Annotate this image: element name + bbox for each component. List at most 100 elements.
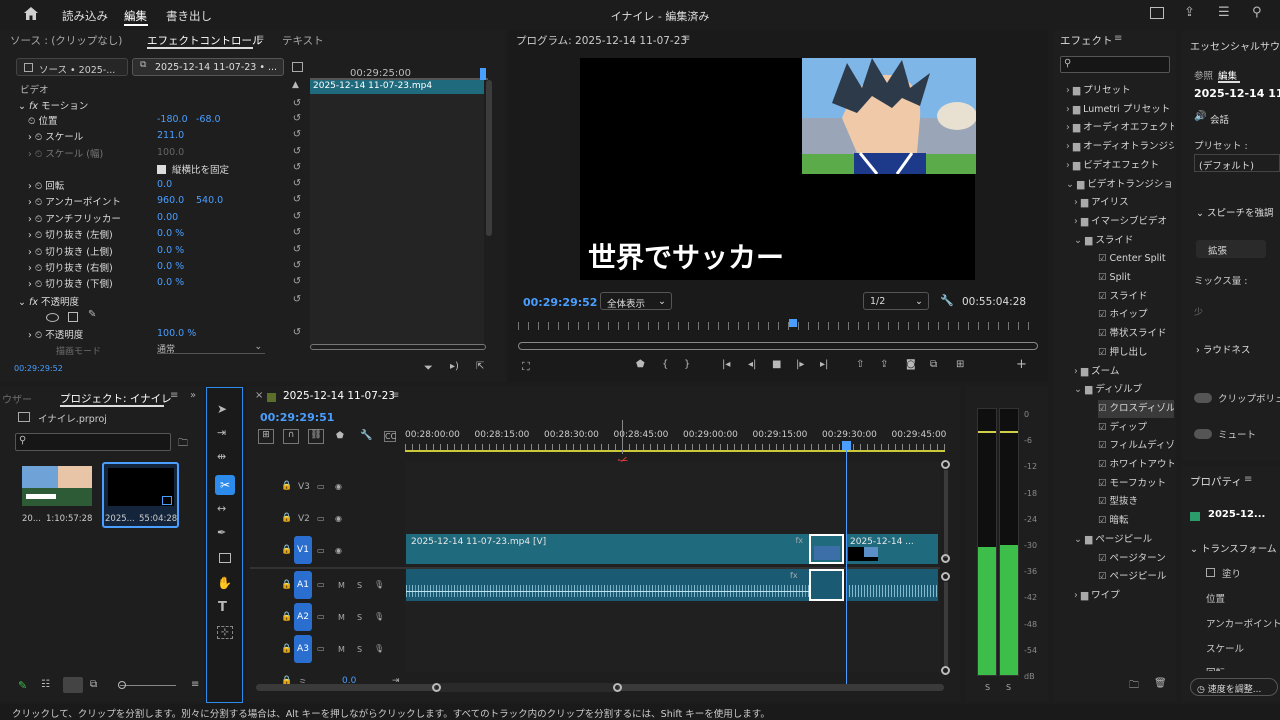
property-value[interactable]: 0.0 % (157, 228, 184, 239)
clip-v1-right[interactable]: 2025-12-14 ... (846, 534, 938, 564)
effect-ruler-playhead[interactable] (480, 68, 486, 80)
stopwatch-icon[interactable]: ⏲ (35, 181, 45, 192)
property-row[interactable]: ⏲ 位置 (28, 113, 57, 127)
effects-tree-item[interactable]: › ▆ イマーシブビデオ (1074, 213, 1174, 231)
razor-tool-button[interactable]: ✂ (215, 475, 235, 495)
snap-icon[interactable]: ∩ (283, 429, 299, 444)
effects-search-input[interactable] (1060, 56, 1170, 73)
chevron-right-icon[interactable]: › (28, 214, 35, 225)
effects-tree-item[interactable]: ⌄ ▆ ディゾルブ (1074, 381, 1174, 399)
compare-view-icon[interactable]: ⧉ (930, 359, 937, 370)
menu-export[interactable]: 書き出し (166, 8, 212, 24)
lock-v1-icon[interactable]: 🔒 (281, 545, 292, 555)
stopwatch-icon[interactable]: ⏲ (28, 116, 38, 127)
effects-tree-item[interactable]: ☑ ホワイトアウト (1098, 456, 1174, 474)
go-to-out-icon[interactable]: ▸| (820, 359, 828, 370)
chevron-right-icon[interactable]: › (28, 263, 35, 274)
timeline-settings-icon[interactable]: 🔧 (360, 430, 372, 441)
reset-property-icon[interactable]: ↺ (290, 244, 304, 255)
reset-property-icon[interactable]: ↺ (290, 227, 304, 238)
property-row[interactable]: › ⏲ アンカーポイント (28, 194, 121, 208)
timeline-hscroll-thumb[interactable] (436, 683, 618, 692)
list-view-icon[interactable]: ☷ (41, 679, 50, 690)
home-icon[interactable] (22, 6, 40, 22)
v-scroll-knob-a[interactable] (941, 572, 950, 581)
project-menu-icon[interactable]: ≡ (170, 390, 178, 401)
new-bin-effects-icon[interactable]: 🗀 (1129, 678, 1139, 695)
reset-opacity-icon[interactable]: ↺ (290, 294, 304, 305)
solo-right-button[interactable]: S (1006, 683, 1011, 692)
lock-v3-icon[interactable]: 🔒 (281, 481, 292, 491)
clip-volume-toggle[interactable] (1194, 393, 1212, 403)
reset-property-icon[interactable]: ↺ (290, 194, 304, 205)
step-back-icon[interactable]: ◂| (748, 359, 756, 370)
effects-tree-item[interactable]: ☑ Split (1098, 269, 1174, 287)
captions-icon[interactable]: CC (384, 431, 396, 442)
clip-v1-selected[interactable] (809, 534, 844, 564)
mic-a3-icon[interactable]: 🎙 (374, 644, 384, 653)
effects-tree-item[interactable]: › ▆ Lumetri プリセット (1066, 101, 1174, 119)
timeline-playhead-head[interactable] (842, 441, 851, 450)
mute-toggle[interactable] (1194, 429, 1212, 439)
lock-a1-icon[interactable]: 🔒 (281, 580, 292, 590)
icon-view-button[interactable] (63, 677, 83, 693)
effects-tree-item[interactable]: ☑ クロスディゾルブ (1098, 399, 1174, 418)
reset-property-icon[interactable]: ↺ (290, 113, 304, 124)
chevron-right-icon[interactable]: › (28, 247, 35, 258)
mic-a2-icon[interactable]: 🎙 (374, 612, 384, 621)
add-button-icon[interactable]: + (1016, 357, 1027, 372)
menu-edit[interactable]: 編集 (124, 8, 147, 24)
reset-property-icon[interactable]: ↺ (290, 162, 304, 173)
property-value[interactable]: -180.0 (157, 114, 188, 125)
track-a2-target[interactable]: A2 (294, 603, 312, 631)
sync-a1-icon[interactable]: ▭ (317, 580, 325, 589)
effects-tree-item[interactable]: ⌄ ▆ ビデオトランジション (1066, 176, 1174, 194)
properties-menu-icon[interactable]: ≡ (1244, 474, 1252, 485)
panel-layout-icon[interactable] (1150, 7, 1164, 19)
rectangle-tool-icon[interactable] (219, 553, 231, 563)
opacity-row[interactable]: ⌄ fx 不透明度 (18, 294, 79, 308)
solo-a1-button[interactable]: S (357, 581, 362, 590)
track-v1-target[interactable]: V1 (294, 536, 312, 564)
search-icon[interactable]: ⚲ (1252, 5, 1262, 20)
motion-row[interactable]: ⌄ fx モーション (18, 98, 88, 112)
program-time-ruler[interactable] (518, 322, 1038, 330)
mic-a1-icon[interactable]: 🎙 (374, 580, 384, 589)
tab-project[interactable]: プロジェクト: イナイレ (60, 391, 172, 406)
mute-a1-button[interactable]: M (338, 581, 345, 590)
reset-property-icon[interactable]: ↺ (290, 146, 304, 157)
effects-tree-item[interactable]: › ▆ プリセット (1066, 82, 1174, 100)
zoom-select[interactable]: 全体表示 ⌄ (600, 292, 672, 310)
effects-tree-item[interactable]: ☑ ページターン (1098, 550, 1174, 568)
stopwatch-icon[interactable]: ⏲ (35, 263, 45, 274)
stopwatch-icon[interactable]: ⏲ (35, 149, 45, 160)
property-row[interactable]: › ⏲ スケール (幅) (28, 146, 103, 160)
eye-v3-icon[interactable]: ◉ (335, 482, 342, 491)
filter-icon[interactable]: ⏷ (424, 361, 433, 375)
property-value[interactable]: 0.0 % (157, 261, 184, 272)
v-scroll-track[interactable] (944, 470, 948, 558)
clip-a1-right[interactable] (846, 569, 938, 601)
effect-clip-bar[interactable]: 2025-12-14 11-07-23.mp4 (310, 80, 484, 94)
effects-tree-item[interactable]: ☑ ディップ (1098, 419, 1174, 437)
enhance-button[interactable]: 拡張 (1196, 240, 1266, 258)
property-value[interactable]: 100.0 (157, 147, 184, 158)
effects-tree-item[interactable]: › ▆ ビデオエフェクト (1066, 157, 1174, 175)
effect-hscroll[interactable] (310, 344, 486, 350)
tab-effect-controls[interactable]: エフェクトコントロール (147, 33, 263, 48)
mute-a3-button[interactable]: M (338, 645, 345, 654)
hscroll-knob-right[interactable] (613, 683, 622, 692)
eye-v2-icon[interactable]: ◉ (335, 514, 342, 523)
play-audio-icon[interactable]: ▸) (450, 361, 459, 372)
stop-icon[interactable]: ■ (772, 359, 781, 370)
effects-tree-item[interactable]: ☑ Center Split (1098, 250, 1174, 268)
property-value-2[interactable]: 540.0 (196, 195, 223, 206)
new-bin-icon[interactable]: 🗀 (178, 436, 188, 453)
effects-tree-item[interactable]: › ▆ アイリス (1074, 194, 1174, 212)
camera-icon[interactable]: ◙ (906, 359, 916, 370)
property-value[interactable]: 0.0 % (157, 277, 184, 288)
reset-opacity-prop-icon[interactable]: ↺ (290, 327, 304, 338)
share-icon[interactable]: ⇪ (1184, 5, 1195, 20)
property-value[interactable]: 211.0 (157, 130, 184, 141)
hand-tool-icon[interactable]: ✋ (217, 576, 232, 590)
